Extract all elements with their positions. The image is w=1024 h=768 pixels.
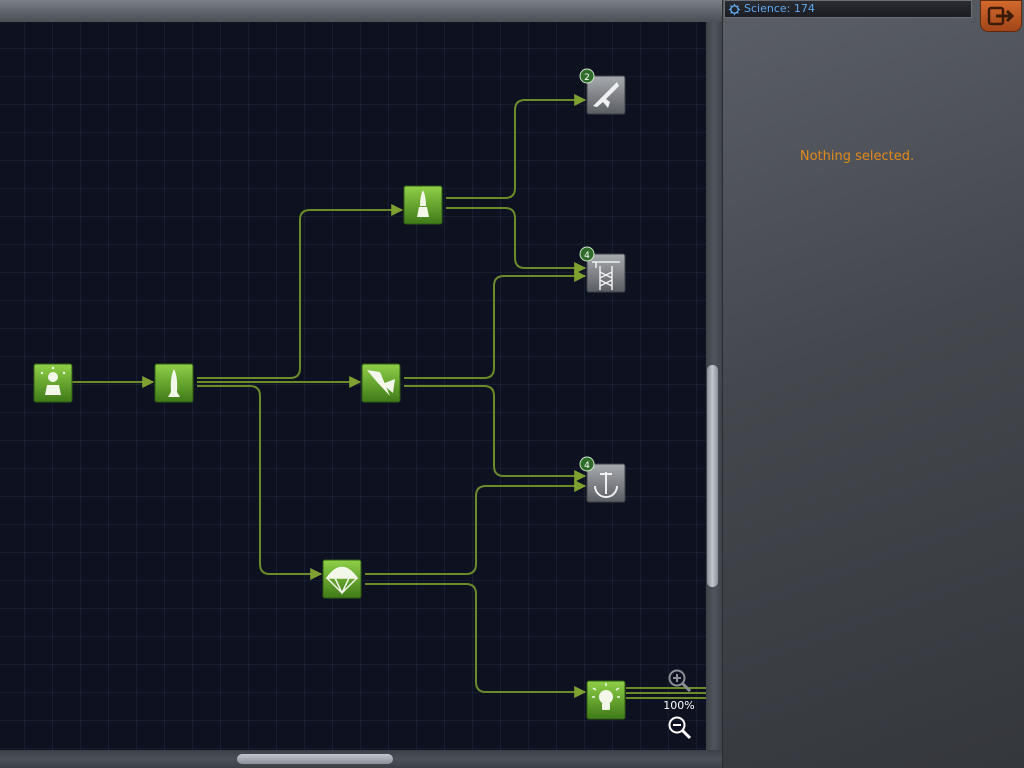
science-counter: Science: 174 <box>724 0 972 18</box>
tech-badge-cost: 4 <box>584 251 590 261</box>
tech-node-survivability[interactable] <box>322 559 362 599</box>
tech-node-start[interactable] <box>33 363 73 403</box>
science-icon <box>728 3 741 15</box>
tech-node-general-rocketry[interactable] <box>403 185 443 225</box>
info-panel <box>722 0 1024 768</box>
tech-node-general-construction[interactable]: 4 <box>579 246 626 293</box>
horizontal-scrollbar-thumb[interactable] <box>237 754 393 764</box>
tech-node-engineering[interactable] <box>361 363 401 403</box>
tech-node-stability[interactable]: 4 <box>579 456 626 503</box>
top-toolbar <box>0 0 722 23</box>
vertical-scrollbar-thumb[interactable] <box>707 365 718 587</box>
tech-node-basic-science[interactable] <box>586 680 626 720</box>
zoom-in-icon[interactable] <box>667 668 693 694</box>
exit-icon <box>987 6 1015 26</box>
science-label: Science: 174 <box>744 2 815 15</box>
tech-badge-cost: 4 <box>584 461 590 471</box>
zoom-level: 100% <box>663 699 695 712</box>
tech-badge-cost: 2 <box>584 73 590 83</box>
zoom-out-icon[interactable] <box>667 715 693 741</box>
selection-status: Nothing selected. <box>799 149 915 164</box>
tech-tree-canvas[interactable]: 2 4 4 <box>0 22 706 750</box>
exit-button[interactable] <box>980 0 1022 32</box>
tech-node-advanced-rocketry[interactable]: 2 <box>579 68 626 115</box>
tech-badge: 2 <box>579 68 595 84</box>
tech-badge: 4 <box>579 246 595 262</box>
tech-node-basic-rocketry[interactable] <box>154 363 194 403</box>
tech-badge: 4 <box>579 456 595 472</box>
